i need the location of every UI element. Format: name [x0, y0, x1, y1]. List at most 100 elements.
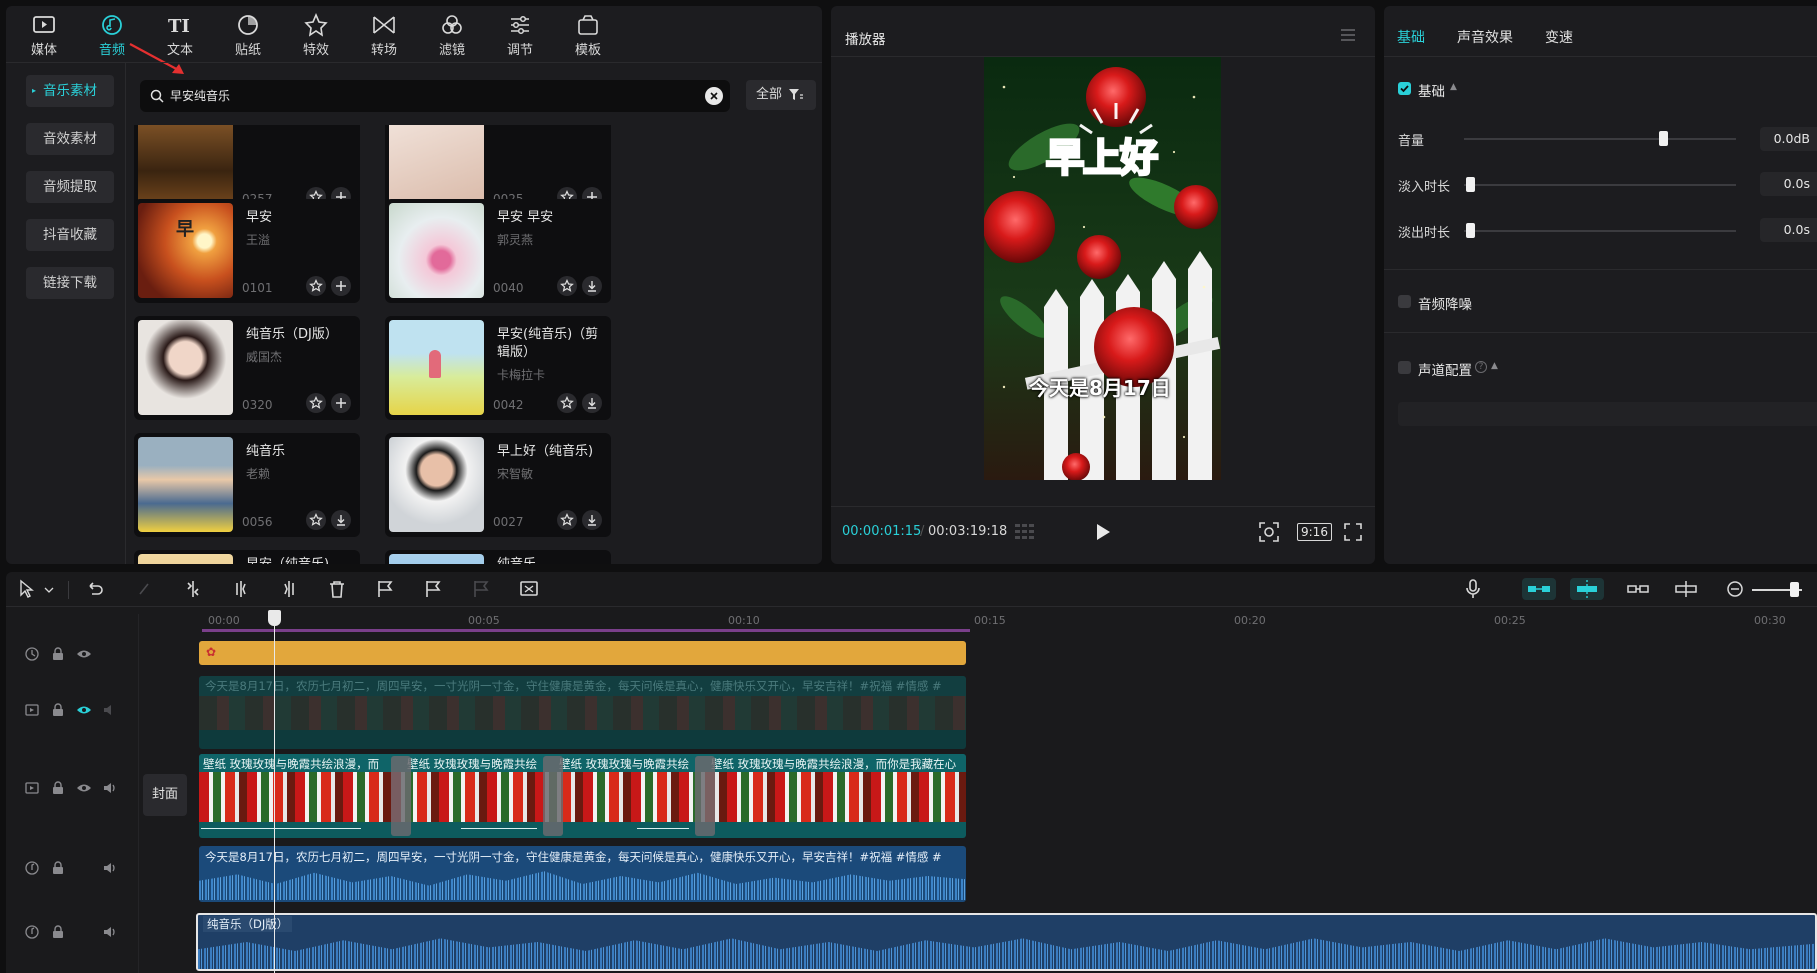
music-card[interactable]: 纯音乐（DJ版） 威国杰 0320 — [134, 316, 360, 420]
side-nav-douyin-favorites[interactable]: 抖音收藏 — [26, 219, 114, 251]
select-tool-button[interactable] — [16, 578, 38, 600]
eye-icon[interactable] — [76, 646, 92, 662]
tab-filter[interactable]: 滤镜 — [422, 10, 482, 58]
volume-slider[interactable] — [1464, 138, 1736, 140]
work-area-bar[interactable] — [202, 629, 970, 632]
clear-search-icon[interactable] — [705, 87, 723, 105]
add-button[interactable] — [331, 276, 351, 296]
eye-icon[interactable] — [76, 702, 92, 718]
side-nav-link-download[interactable]: 链接下载 — [26, 267, 114, 299]
aspect-ratio-button[interactable]: 9:16 — [1297, 523, 1332, 541]
fade-in-slider[interactable] — [1464, 184, 1736, 186]
help-icon[interactable]: ? — [1475, 361, 1487, 373]
tab-media[interactable]: 媒体 — [14, 10, 74, 58]
volume-value[interactable]: 0.0dB — [1760, 127, 1817, 151]
tab-sticker[interactable]: 贴纸 — [218, 10, 278, 58]
tab-transition[interactable]: 转场 — [354, 10, 414, 58]
music-card[interactable]: 早 早安 王溢 0101 — [134, 199, 360, 303]
menu-icon[interactable] — [1340, 28, 1356, 42]
favorite-button[interactable] — [306, 393, 326, 413]
marker-disabled-button[interactable] — [470, 578, 492, 600]
speaker-icon[interactable] — [102, 924, 118, 940]
crop-button[interactable] — [518, 578, 540, 600]
fullscreen-icon[interactable] — [1344, 523, 1362, 541]
lock-icon[interactable] — [50, 924, 66, 940]
side-nav-sound-effects[interactable]: 音效素材 — [26, 123, 114, 155]
channel-select[interactable] — [1398, 402, 1817, 426]
transition-marker[interactable] — [543, 756, 563, 836]
fade-out-slider-handle[interactable] — [1466, 223, 1475, 238]
fade-in-value[interactable]: 0.0s — [1760, 172, 1817, 196]
tab-basic[interactable]: 基础 — [1397, 27, 1425, 47]
main-track-magnet-button[interactable] — [1522, 578, 1556, 600]
collapse-icon[interactable]: ▲ — [1450, 82, 1457, 92]
download-button[interactable] — [331, 510, 351, 530]
lock-icon[interactable] — [50, 702, 66, 718]
play-icon[interactable] — [1095, 523, 1111, 541]
waveform-view-icon[interactable] — [1014, 522, 1040, 542]
download-button[interactable] — [582, 276, 602, 296]
tab-sound-effects[interactable]: 声音效果 — [1457, 27, 1513, 47]
fade-in-slider-handle[interactable] — [1466, 177, 1475, 192]
lock-icon[interactable] — [50, 780, 66, 796]
fade-out-value[interactable]: 0.0s — [1760, 218, 1817, 242]
chevron-down-icon[interactable] — [44, 586, 54, 594]
favorite-button[interactable] — [306, 276, 326, 296]
add-button[interactable] — [331, 393, 351, 413]
tab-adjust[interactable]: 调节 — [490, 10, 550, 58]
trim-left-button[interactable] — [230, 578, 252, 600]
speaker-icon[interactable] — [102, 860, 118, 876]
download-button[interactable] — [582, 393, 602, 413]
main-video-clip[interactable]: 壁纸 玫瑰玫瑰与晚霞共绘浪漫，而 壁纸 玫瑰玫瑰与晚霞共绘 壁纸 玫瑰玫瑰与晚霞… — [199, 754, 966, 838]
download-button[interactable] — [582, 510, 602, 530]
music-card[interactable]: 早安 早安 郭灵燕 0040 — [385, 199, 611, 303]
music-card[interactable]: 纯音乐 老赖 0056 — [134, 433, 360, 537]
split-button[interactable] — [182, 578, 204, 600]
collapse-icon[interactable]: ▲ — [1491, 361, 1498, 371]
zoom-out-button[interactable] — [1724, 578, 1746, 600]
text-clip[interactable]: 今天是8月17日，农历七月初二，周四早安，一寸光阴一寸金，守住健康是黄金，每天问… — [199, 676, 966, 749]
fade-out-slider[interactable] — [1464, 230, 1736, 232]
music-card[interactable]: 早安（纯音乐) — [134, 550, 360, 564]
music-card[interactable]: 早上好（纯音乐) 宋智敏 0027 — [385, 433, 611, 537]
transition-marker[interactable] — [695, 756, 715, 836]
undo-button[interactable] — [84, 578, 106, 600]
speaker-icon[interactable] — [102, 702, 118, 718]
marker-button[interactable] — [422, 578, 444, 600]
zoom-slider-handle[interactable] — [1790, 582, 1799, 597]
tab-template[interactable]: 模板 — [558, 10, 618, 58]
favorite-button[interactable] — [306, 510, 326, 530]
basic-checkbox[interactable] — [1398, 82, 1411, 95]
music-audio-clip[interactable]: 纯音乐（DJ版） — [196, 913, 1817, 971]
delete-button[interactable] — [326, 578, 348, 600]
record-button[interactable] — [1462, 578, 1484, 600]
music-card[interactable]: 早安(纯音乐)（剪辑版） 卡梅拉卡 0042 — [385, 316, 611, 420]
screenshot-icon[interactable] — [1258, 521, 1280, 543]
lock-icon[interactable] — [50, 646, 66, 662]
favorite-button[interactable] — [557, 276, 577, 296]
favorite-button[interactable] — [557, 393, 577, 413]
tab-speed[interactable]: 变速 — [1545, 27, 1573, 47]
playhead[interactable] — [274, 614, 275, 973]
trim-right-button[interactable] — [278, 578, 300, 600]
redo-button[interactable] — [132, 578, 154, 600]
lock-icon[interactable] — [50, 860, 66, 876]
cover-button[interactable]: 封面 — [143, 774, 187, 816]
playhead-handle[interactable] — [268, 610, 281, 626]
denoise-checkbox[interactable] — [1398, 295, 1411, 308]
favorite-button[interactable] — [557, 510, 577, 530]
side-nav-audio-extract[interactable]: 音频提取 — [26, 171, 114, 203]
side-nav-music-library[interactable]: ▸ 音乐素材 — [26, 75, 114, 107]
freeze-frame-button[interactable] — [374, 578, 396, 600]
timeline-ruler[interactable]: 00:00 00:05 00:10 00:15 00:20 00:25 00:3… — [202, 614, 1817, 632]
link-button[interactable] — [1627, 578, 1649, 600]
eye-icon[interactable] — [76, 780, 92, 796]
video-preview[interactable]: 早上好 今天是8月17日 — [984, 57, 1221, 480]
filter-button[interactable]: 全部 — [746, 80, 816, 110]
search-input[interactable]: 早安纯音乐 — [140, 80, 730, 112]
preview-axis-button[interactable] — [1675, 578, 1697, 600]
transition-marker[interactable] — [391, 756, 411, 836]
auto-snap-button[interactable] — [1570, 578, 1604, 600]
channel-checkbox[interactable] — [1398, 361, 1411, 374]
volume-slider-handle[interactable] — [1658, 131, 1668, 146]
